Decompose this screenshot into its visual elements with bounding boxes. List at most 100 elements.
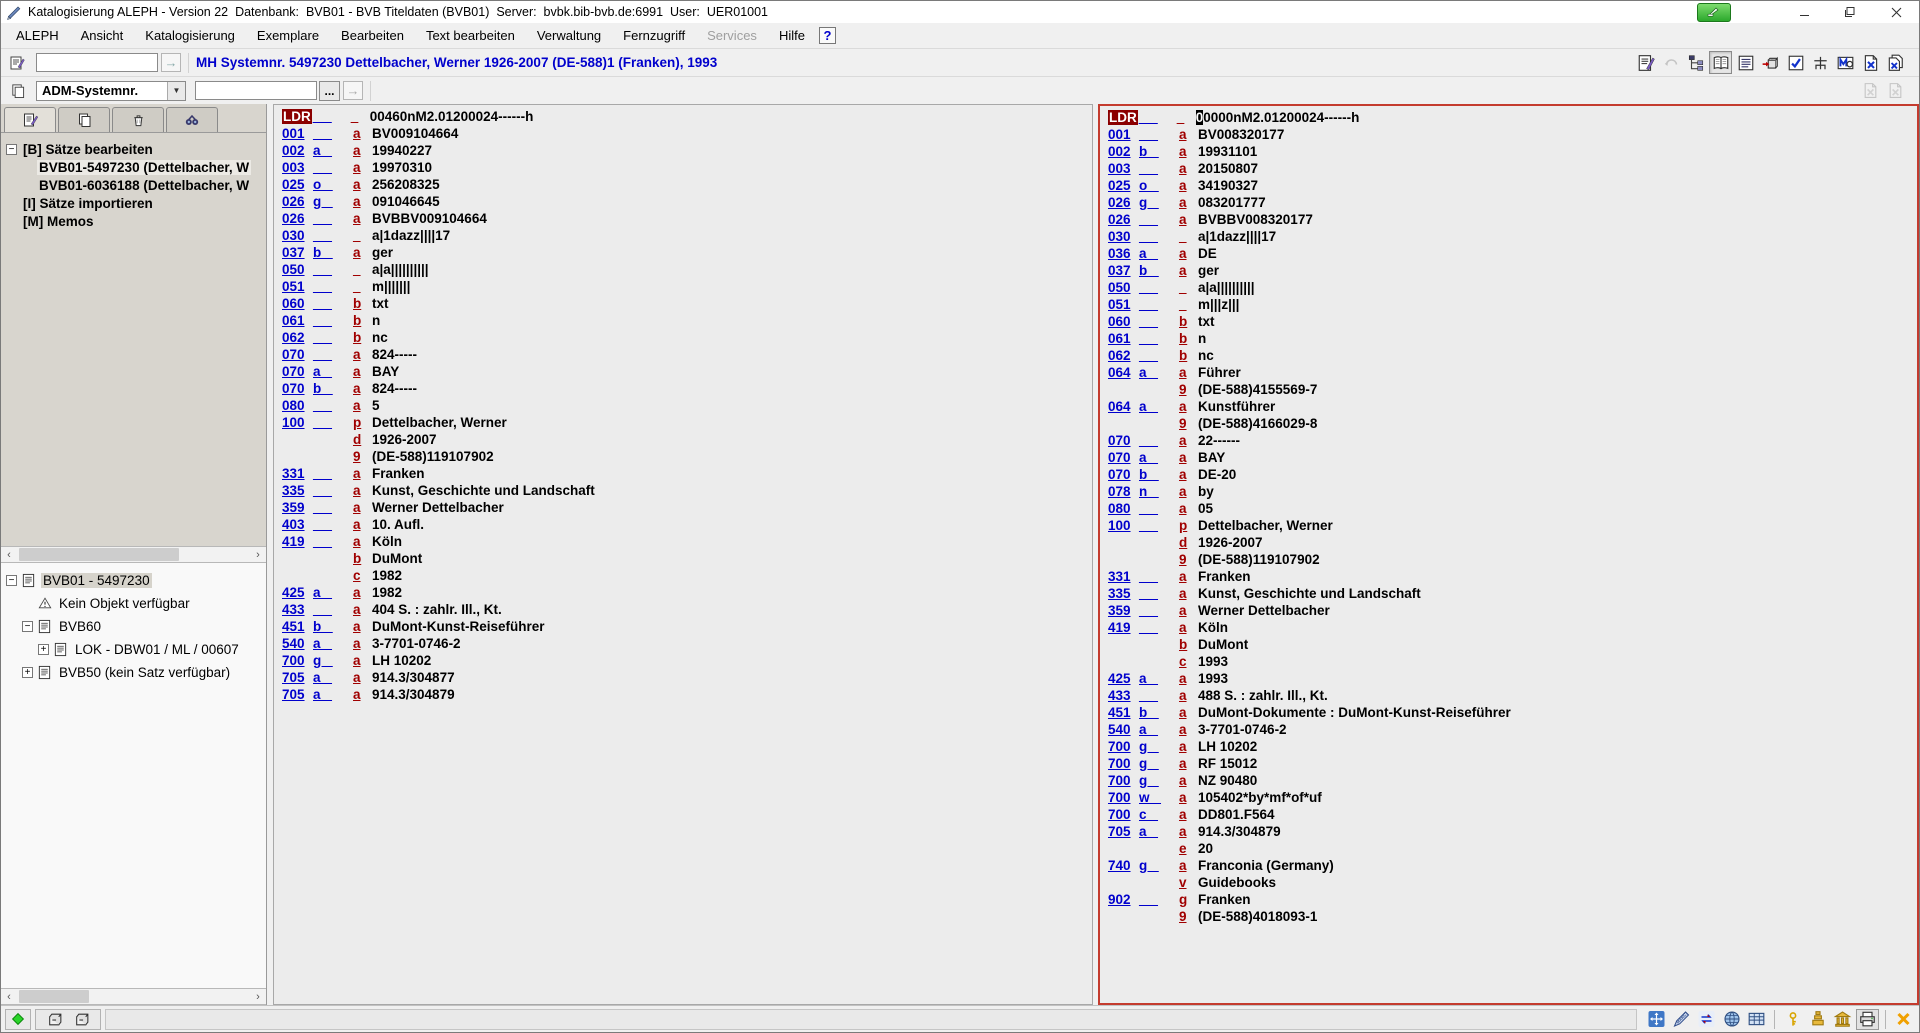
marc-field-row[interactable]: 331 __ a Franken (1100, 568, 1917, 585)
marc-field-row[interactable]: 335 __ a Kunst, Geschichte und Landschaf… (274, 482, 1092, 499)
field-tag[interactable]: 425 (1108, 671, 1139, 686)
field-value[interactable]: 914.3/304879 (372, 687, 455, 702)
marc-field-row[interactable]: 062 __ b nc (1100, 347, 1917, 364)
field-value[interactable]: 3-7701-0746-2 (372, 636, 461, 651)
tab-copy[interactable] (58, 107, 110, 132)
field-value[interactable]: NZ 90480 (1198, 773, 1257, 788)
field-tag[interactable]: 001 (282, 126, 313, 141)
field-tag[interactable]: 051 (1108, 297, 1139, 312)
maximize-button[interactable] (1827, 1, 1873, 23)
tab-edit-records[interactable] (4, 107, 56, 132)
field-value[interactable]: 1982 (372, 568, 402, 583)
field-value[interactable]: 824----- (372, 381, 417, 396)
field-tag[interactable]: 050 (282, 262, 313, 277)
grid-view-icon[interactable] (1745, 1009, 1768, 1030)
marc-field-row[interactable]: 425 a_ a 1982 (274, 584, 1092, 601)
field-tag[interactable]: 100 (1108, 518, 1139, 533)
marc-field-row[interactable]: 451 b_ a DuMont-Dokumente : DuMont-Kunst… (1100, 704, 1917, 721)
marc-check-icon[interactable] (1834, 51, 1857, 74)
tab-delete[interactable] (112, 107, 164, 132)
field-value[interactable]: (DE-588)4018093-1 (1198, 909, 1317, 924)
marc-field-row[interactable]: LDR __ _ 00460nM2.01200024------h (274, 108, 1092, 125)
marc-field-row[interactable]: 070 b_ a 824----- (274, 380, 1092, 397)
field-value[interactable]: Werner Dettelbacher (372, 500, 504, 515)
node-bvb01-6036188[interactable]: BVB01-6036188 (Dettelbacher, W (1, 176, 266, 194)
field-value[interactable]: BAY (372, 364, 399, 379)
marc-field-row[interactable]: 003 __ a 20150807 (1100, 160, 1917, 177)
marc-field-row[interactable]: 9 (DE-588)4155569-7 (1100, 381, 1917, 398)
menu-verwaltung[interactable]: Verwaltung (526, 25, 612, 46)
field-tag[interactable]: 050 (1108, 280, 1139, 295)
field-value[interactable]: 10. Aufl. (372, 517, 424, 532)
expander-icon[interactable]: − (22, 621, 33, 632)
node-memos[interactable]: [M] Memos (1, 212, 266, 230)
field-tag[interactable]: 070 (282, 381, 313, 396)
field-tag[interactable]: 451 (282, 619, 313, 634)
marc-field-row[interactable]: 061 __ b n (274, 312, 1092, 329)
marc-edit-icon[interactable]: MARC (1670, 1009, 1693, 1030)
menu-services[interactable]: Services (696, 25, 768, 46)
field-tag[interactable]: 080 (1108, 501, 1139, 516)
field-tag[interactable]: 030 (1108, 229, 1139, 244)
marc-field-row[interactable]: 700 g_ a LH 10202 (1100, 738, 1917, 755)
tab-search[interactable] (166, 107, 218, 132)
marc-field-row[interactable]: d 1926-2007 (1100, 534, 1917, 551)
field-value[interactable]: m|||z||| (1198, 297, 1239, 312)
field-tag[interactable]: 025 (282, 177, 313, 192)
marc-field-row[interactable]: 700 g_ a LH 10202 (274, 652, 1092, 669)
field-tag[interactable]: LDR (282, 109, 312, 124)
menu-fernzugriff[interactable]: Fernzugriff (612, 25, 696, 46)
field-tag[interactable]: 740 (1108, 858, 1139, 873)
marc-field-row[interactable]: 705 a_ a 914.3/304877 (274, 669, 1092, 686)
node-saetze-bearbeiten[interactable]: − [B] Sätze bearbeiten (1, 140, 266, 158)
field-value[interactable]: Franken (1198, 892, 1251, 907)
field-tag[interactable]: 060 (1108, 314, 1139, 329)
aleph-quick-launch-button[interactable] (1697, 3, 1731, 22)
field-tag[interactable]: 003 (282, 160, 313, 175)
field-value[interactable]: a|a|||||||||| (1198, 280, 1255, 295)
menu-hilfe[interactable]: Hilfe (768, 25, 816, 46)
marc-field-row[interactable]: 080 __ a 5 (274, 397, 1092, 414)
field-tag[interactable]: 540 (282, 636, 313, 651)
field-value[interactable]: 34190327 (1198, 178, 1258, 193)
field-tag[interactable]: 705 (282, 670, 313, 685)
field-tag[interactable]: 700 (1108, 756, 1139, 771)
browse-button[interactable]: ... (319, 81, 340, 101)
marc-field-row[interactable]: c 1982 (274, 567, 1092, 584)
tree-view-icon[interactable] (1684, 51, 1707, 74)
field-tag[interactable]: 419 (282, 534, 313, 549)
field-value[interactable]: Werner Dettelbacher (1198, 603, 1330, 618)
marc-field-row[interactable]: 064 a_ a Kunstführer (1100, 398, 1917, 415)
menu-ansicht[interactable]: Ansicht (70, 25, 135, 46)
marc-field-row[interactable]: 100 __ p Dettelbacher, Werner (1100, 517, 1917, 534)
marc-field-row[interactable]: 002 b_ a 19931101 (1100, 143, 1917, 160)
field-tag[interactable]: 062 (1108, 348, 1139, 363)
field-tag[interactable]: 064 (1108, 399, 1139, 414)
field-value[interactable]: BV009104664 (372, 126, 458, 141)
field-value[interactable]: (DE-588)4166029-8 (1198, 416, 1317, 431)
field-value[interactable]: 20150807 (1198, 161, 1258, 176)
field-value[interactable]: 091046645 (372, 194, 440, 209)
field-value[interactable]: 19970310 (372, 160, 432, 175)
field-tag[interactable]: 359 (282, 500, 313, 515)
structure-tree-scrollbar[interactable]: ‹ › (1, 988, 266, 1005)
marc-field-row[interactable]: 700 g_ a RF 15012 (1100, 755, 1917, 772)
chevron-down-icon[interactable]: ▼ (167, 82, 185, 100)
marc-field-row[interactable]: 026 __ a BVBBV009104664 (274, 210, 1092, 227)
field-tag[interactable]: 433 (1108, 688, 1139, 703)
field-value[interactable]: BAY (1198, 450, 1225, 465)
field-tag[interactable]: 037 (282, 245, 313, 260)
field-tag[interactable]: 700 (1108, 807, 1139, 822)
field-value[interactable]: BVBBV008320177 (1198, 212, 1313, 227)
field-value[interactable]: Köln (1198, 620, 1228, 635)
marc-field-row[interactable]: 700 c_ a DD801.F564 (1100, 806, 1917, 823)
field-value[interactable]: nc (372, 330, 388, 345)
field-value[interactable]: m||||||| (372, 279, 410, 294)
push-record-icon[interactable] (1759, 51, 1782, 74)
drawer-right-icon[interactable] (70, 1009, 93, 1030)
system-number-input[interactable] (195, 81, 317, 100)
marc-field-row[interactable]: 700 g_ a NZ 90480 (1100, 772, 1917, 789)
scrollbar-thumb[interactable] (19, 548, 179, 561)
marc-field-row[interactable]: 705 a_ a 914.3/304879 (1100, 823, 1917, 840)
field-value[interactable]: Kunstführer (1198, 399, 1275, 414)
